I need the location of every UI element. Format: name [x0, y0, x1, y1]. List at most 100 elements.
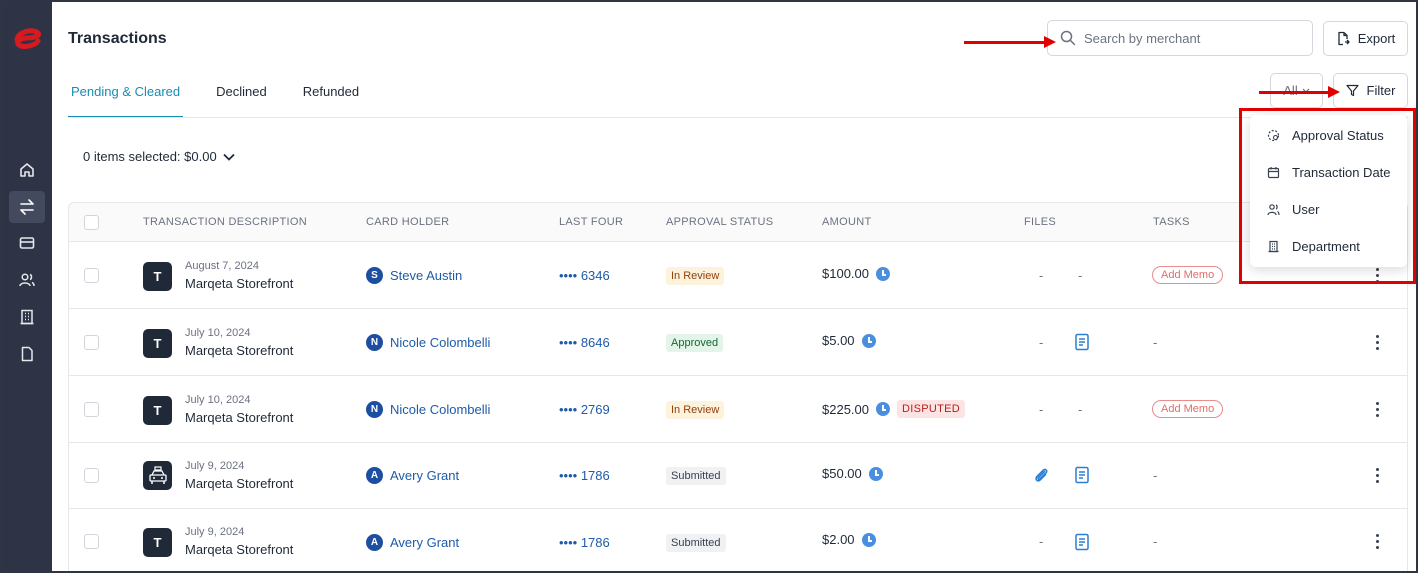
page-title: Transactions [68, 30, 167, 47]
avatar: N [366, 401, 383, 418]
last-four[interactable]: •••• 1786 [559, 535, 610, 550]
task-placeholder: - [1153, 468, 1158, 483]
merchant-icon: T [143, 262, 172, 291]
card-holder[interactable]: N Nicole Colombelli [366, 334, 490, 351]
avatar: A [366, 467, 383, 484]
merchant-name: Marqeta Storefront [185, 410, 294, 425]
merchant-name: Marqeta Storefront [185, 476, 294, 491]
receipt-icon[interactable] [1074, 333, 1090, 351]
row-checkbox[interactable] [84, 402, 99, 417]
search-box[interactable] [1047, 20, 1313, 56]
card-holder-name: Nicole Colombelli [390, 402, 491, 417]
merchant-name: Marqeta Storefront [185, 542, 294, 557]
transaction-date: July 10, 2024 [185, 327, 251, 339]
clock-icon [861, 532, 876, 547]
row-checkbox[interactable] [84, 268, 99, 283]
file-placeholder: - [1039, 335, 1044, 350]
last-four[interactable]: •••• 6346 [559, 268, 610, 283]
card-holder[interactable]: A Avery Grant [366, 534, 459, 551]
amount: $225.00 DISPUTED [822, 400, 966, 418]
tab-pending-cleared[interactable]: Pending & Cleared [68, 72, 184, 118]
export-button[interactable]: Export [1323, 21, 1408, 56]
selection-summary[interactable]: 0 items selected: $0.00 [83, 149, 235, 164]
row-checkbox[interactable] [84, 335, 99, 350]
table-header: TRANSACTION DESCRIPTION CARD HOLDER LAST… [68, 202, 1408, 242]
chevron-down-icon [223, 153, 235, 161]
task-placeholder: - [1153, 534, 1158, 549]
row-checkbox[interactable] [84, 534, 99, 549]
table-row[interactable]: July 9, 2024 Marqeta Storefront A Avery … [68, 443, 1408, 509]
merchant-name: Marqeta Storefront [185, 343, 294, 358]
marqeta-logo[interactable] [11, 26, 43, 50]
merchant-icon: T [143, 396, 172, 425]
disputed-badge: DISPUTED [897, 400, 966, 418]
card-holder-name: Nicole Colombelli [390, 335, 491, 350]
clock-icon [861, 333, 876, 348]
attachment-icon[interactable] [1032, 466, 1050, 484]
select-all-checkbox[interactable] [84, 215, 99, 230]
more-options-icon[interactable] [1374, 468, 1380, 483]
amount-value: $2.00 [822, 532, 855, 547]
status-badge: In Review [666, 267, 725, 285]
building-icon[interactable] [15, 305, 39, 329]
last-four[interactable]: •••• 2769 [559, 402, 610, 417]
avatar: A [366, 534, 383, 551]
tab-declined[interactable]: Declined [213, 72, 270, 118]
receipt-icon[interactable] [1074, 466, 1090, 484]
card-holder-name: Steve Austin [390, 268, 463, 283]
column-header: APPROVAL STATUS [666, 216, 774, 228]
task-placeholder: - [1153, 335, 1158, 350]
file-placeholder: - [1039, 268, 1044, 283]
row-checkbox[interactable] [84, 468, 99, 483]
clock-icon [876, 266, 890, 281]
home-icon[interactable] [15, 158, 39, 182]
sidebar [2, 2, 52, 571]
users-icon[interactable] [15, 268, 39, 292]
tab-refunded[interactable]: Refunded [300, 72, 362, 118]
transaction-date: July 9, 2024 [185, 526, 245, 538]
table-row[interactable]: T July 9, 2024 Marqeta Storefront A Aver… [68, 509, 1408, 571]
card-icon[interactable] [15, 231, 39, 255]
file-placeholder: - [1039, 534, 1044, 549]
main-content: Transactions Export Pending & Cleared De… [52, 2, 1416, 571]
status-badge: Submitted [666, 467, 726, 485]
transaction-date: August 7, 2024 [185, 260, 260, 272]
last-four[interactable]: •••• 8646 [559, 335, 610, 350]
filter-button[interactable]: Filter [1333, 73, 1408, 108]
column-header: AMOUNT [822, 216, 872, 228]
more-options-icon[interactable] [1374, 335, 1380, 350]
transaction-date: July 10, 2024 [185, 394, 251, 406]
tab-bar: Pending & Cleared Declined Refunded [68, 72, 392, 118]
clock-icon [876, 402, 890, 416]
add-memo-button[interactable]: Add Memo [1152, 400, 1224, 418]
annotation-highlight-box [1239, 108, 1416, 284]
tabs-divider [68, 117, 1408, 118]
merchant-name: Marqeta Storefront [185, 276, 294, 291]
more-options-icon[interactable] [1374, 534, 1380, 549]
table-row[interactable]: T July 10, 2024 Marqeta Storefront N Nic… [68, 376, 1408, 443]
amount: $50.00 [822, 466, 883, 481]
receipt-icon[interactable] [1074, 533, 1090, 551]
document-icon[interactable] [15, 342, 39, 366]
avatar: S [366, 267, 383, 284]
search-input[interactable] [1084, 30, 1284, 46]
transfer-icon[interactable] [9, 191, 45, 223]
card-holder[interactable]: S Steve Austin [366, 267, 462, 284]
card-holder[interactable]: N Nicole Colombelli [366, 401, 490, 418]
last-four[interactable]: •••• 1786 [559, 468, 610, 483]
card-holder-name: Avery Grant [390, 535, 460, 550]
table-row[interactable]: T July 10, 2024 Marqeta Storefront N Nic… [68, 309, 1408, 376]
app-window: Transactions Export Pending & Cleared De… [0, 0, 1418, 573]
file-placeholder: - [1078, 402, 1083, 417]
selection-summary-text: 0 items selected: $0.00 [83, 149, 217, 164]
clock-icon [868, 466, 883, 481]
card-holder[interactable]: A Avery Grant [366, 467, 459, 484]
table-row[interactable]: T August 7, 2024 Marqeta Storefront S St… [68, 242, 1408, 309]
column-header: TRANSACTION DESCRIPTION [143, 216, 307, 228]
add-memo-button[interactable]: Add Memo [1152, 266, 1224, 284]
filter-label: Filter [1366, 83, 1396, 98]
status-badge: Submitted [666, 534, 726, 552]
amount-value: $50.00 [822, 466, 862, 481]
search-icon [1060, 30, 1076, 46]
more-options-icon[interactable] [1374, 402, 1380, 417]
